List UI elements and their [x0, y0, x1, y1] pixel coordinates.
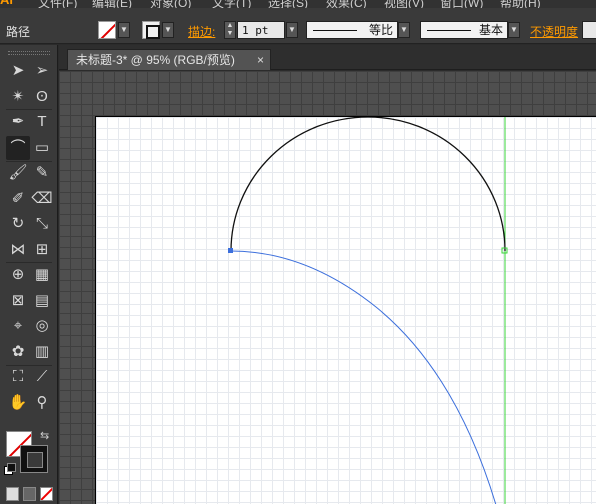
- profile-label: 等比: [368, 23, 393, 37]
- close-tab-icon[interactable]: ×: [257, 50, 264, 70]
- selected-arc-path[interactable]: [230, 250, 497, 504]
- slice-tool-icon[interactable]: ⟋: [30, 365, 54, 389]
- artboard[interactable]: [95, 116, 596, 504]
- document-tab-bar: 未标题-3* @ 95% (RGB/预览) ×: [59, 45, 596, 70]
- arc-tool-icon[interactable]: ⌒: [6, 136, 30, 160]
- artwork[interactable]: [96, 117, 596, 504]
- fill-swatch[interactable]: [98, 21, 116, 39]
- none-slash-icon: [99, 22, 115, 38]
- opacity-panel-link[interactable]: 不透明度: [530, 23, 578, 40]
- stroke-weight-stepper[interactable]: ▲ ▼: [224, 21, 236, 39]
- lasso-tool-icon[interactable]: ʘ: [30, 85, 54, 109]
- rotate-tool-icon[interactable]: ↻: [6, 212, 30, 236]
- panel-grip[interactable]: [0, 47, 58, 57]
- zoom-tool-icon[interactable]: ⚲: [30, 391, 54, 415]
- width-tool-icon[interactable]: ⋈: [6, 238, 30, 262]
- stroke-panel-link[interactable]: 描边:: [188, 23, 215, 40]
- mesh-tool-icon[interactable]: ⊠: [6, 289, 30, 313]
- gradient-mode-icon[interactable]: [23, 487, 36, 501]
- none-mode-icon[interactable]: [40, 487, 53, 501]
- color-mode-icon[interactable]: [6, 487, 19, 501]
- menu-file[interactable]: 文件(F): [38, 0, 77, 8]
- tools-separator: [6, 365, 52, 366]
- color-mode-buttons: [6, 487, 56, 503]
- profile-dropdown-arrow[interactable]: ▼: [398, 22, 410, 38]
- anchor-point-start[interactable]: [228, 248, 233, 253]
- pencil-tool-icon[interactable]: ✎: [30, 161, 54, 185]
- canvas-area[interactable]: [59, 71, 596, 504]
- magic-wand-tool-icon[interactable]: ✴: [6, 85, 30, 109]
- brush-line-preview: [427, 30, 471, 31]
- document-tab-title: 未标题-3* @ 95% (RGB/预览): [76, 53, 235, 67]
- blend-tool-icon[interactable]: ◎: [30, 314, 54, 338]
- column-graph-tool-icon[interactable]: ▥: [30, 340, 54, 364]
- paintbrush-tool-icon[interactable]: 🖌: [6, 161, 30, 185]
- stroke-weight-dropdown[interactable]: ▼: [286, 22, 298, 38]
- document-tab[interactable]: 未标题-3* @ 95% (RGB/预览) ×: [67, 49, 271, 70]
- tools-separator: [6, 109, 52, 110]
- menu-select[interactable]: 选择(S): [268, 0, 308, 8]
- selection-type-label: 路径: [6, 25, 31, 39]
- artboard-tool-icon[interactable]: ⛶: [6, 365, 30, 389]
- tools-panel: ➤ ➢ ✴ ʘ ✒ T ⌒ ▭ 🖌 ✎ ✐ ⌫ ↻ ⤡ ⋈ ⊞ ⊕ ▦ ⊠ ▤ ⌖ ◎ ✿ ▥ ⛶ ⟋ ✋ ⚲ ⇆: [0, 45, 58, 504]
- rectangle-tool-icon[interactable]: ▭: [30, 136, 54, 160]
- stroke-color-box[interactable]: [20, 445, 48, 473]
- menu-effect[interactable]: 效果(C): [326, 0, 367, 8]
- menu-type[interactable]: 文字(T): [212, 0, 251, 8]
- variable-width-profile-picker[interactable]: 等比: [306, 21, 398, 39]
- menu-edit[interactable]: 编辑(E): [92, 0, 132, 8]
- brush-label: 基本: [478, 23, 503, 37]
- menu-bar: Ai 文件(F) 编辑(E) 对象(O) 文字(T) 选择(S) 效果(C) 视…: [0, 0, 596, 8]
- app-logo: Ai: [0, 0, 22, 8]
- default-fill-stroke-icon[interactable]: [4, 463, 16, 475]
- brush-dropdown-arrow[interactable]: ▼: [508, 22, 520, 38]
- semicircle-arc-path[interactable]: [230, 117, 506, 252]
- control-bar: 路径 ▼ ▼ 描边: ▲ ▼ 1 pt ▼ 等比 ▼ 基本 ▼ 不透明度: [0, 8, 596, 44]
- brush-definition-picker[interactable]: 基本: [420, 21, 508, 39]
- selection-tool-icon[interactable]: ➤: [6, 59, 30, 83]
- swap-fill-stroke-icon[interactable]: ⇆: [40, 429, 49, 442]
- pen-tool-icon[interactable]: ✒: [6, 110, 30, 134]
- free-transform-tool-icon[interactable]: ⊞: [30, 238, 54, 262]
- hand-tool-icon[interactable]: ✋: [6, 391, 30, 415]
- eraser-tool-icon[interactable]: ⌫: [30, 187, 54, 211]
- stroke-weight-field[interactable]: 1 pt: [237, 21, 285, 39]
- menu-window[interactable]: 窗口(W): [440, 0, 483, 8]
- type-tool-icon[interactable]: T: [30, 110, 54, 134]
- direct-selection-tool-icon[interactable]: ➢: [30, 59, 54, 83]
- gradient-tool-icon[interactable]: ▤: [30, 289, 54, 313]
- shape-builder-tool-icon[interactable]: ⊕: [6, 263, 30, 287]
- stroke-swatch[interactable]: [142, 21, 160, 39]
- fill-dropdown-arrow[interactable]: ▼: [118, 22, 130, 38]
- menu-view[interactable]: 视图(V): [384, 0, 424, 8]
- eyedropper-tool-icon[interactable]: ⌖: [6, 314, 30, 338]
- scale-tool-icon[interactable]: ⤡: [30, 212, 54, 236]
- menu-object[interactable]: 对象(O): [150, 0, 191, 8]
- fill-stroke-widget: ⇆: [4, 429, 56, 479]
- tools-separator: [6, 262, 52, 263]
- profile-line-preview: [313, 30, 357, 31]
- blob-brush-tool-icon[interactable]: ✐: [6, 187, 30, 211]
- symbol-sprayer-tool-icon[interactable]: ✿: [6, 340, 30, 364]
- menu-help[interactable]: 帮助(H): [500, 0, 541, 8]
- tools-separator: [6, 161, 52, 162]
- stroke-dropdown-arrow[interactable]: ▼: [162, 22, 174, 38]
- perspective-grid-tool-icon[interactable]: ▦: [30, 263, 54, 287]
- opacity-field[interactable]: [582, 21, 596, 39]
